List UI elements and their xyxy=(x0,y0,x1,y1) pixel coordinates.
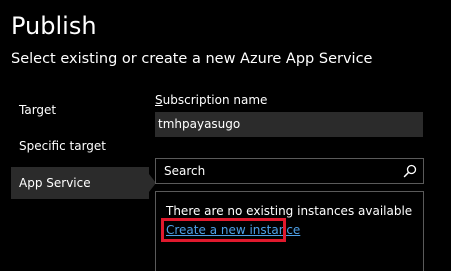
subscription-label-text: ubscription name xyxy=(162,93,268,107)
page-title: Publish xyxy=(11,12,97,40)
subscription-name-field[interactable] xyxy=(155,112,423,137)
sidebar-item-label: App Service xyxy=(19,176,91,190)
empty-state-message: There are no existing instances availabl… xyxy=(166,204,413,218)
sidebar-item-target[interactable]: Target xyxy=(11,94,149,126)
search-input[interactable] xyxy=(156,159,396,183)
create-new-instance-link[interactable]: Create a new instance xyxy=(166,222,300,238)
search-box xyxy=(155,158,424,184)
sidebar-item-app-service[interactable]: App Service xyxy=(11,167,149,199)
sidebar-item-label: Specific target xyxy=(19,139,107,153)
sidebar-item-label: Target xyxy=(19,103,57,117)
instances-list: There are no existing instances availabl… xyxy=(155,191,424,271)
search-icon[interactable] xyxy=(403,164,417,178)
subscription-label-mnemonic: S xyxy=(155,93,163,107)
page-subtitle: Select existing or create a new Azure Ap… xyxy=(11,51,373,67)
sidebar-item-specific-target[interactable]: Specific target xyxy=(11,130,149,162)
subscription-label: Subscription name xyxy=(155,92,267,108)
